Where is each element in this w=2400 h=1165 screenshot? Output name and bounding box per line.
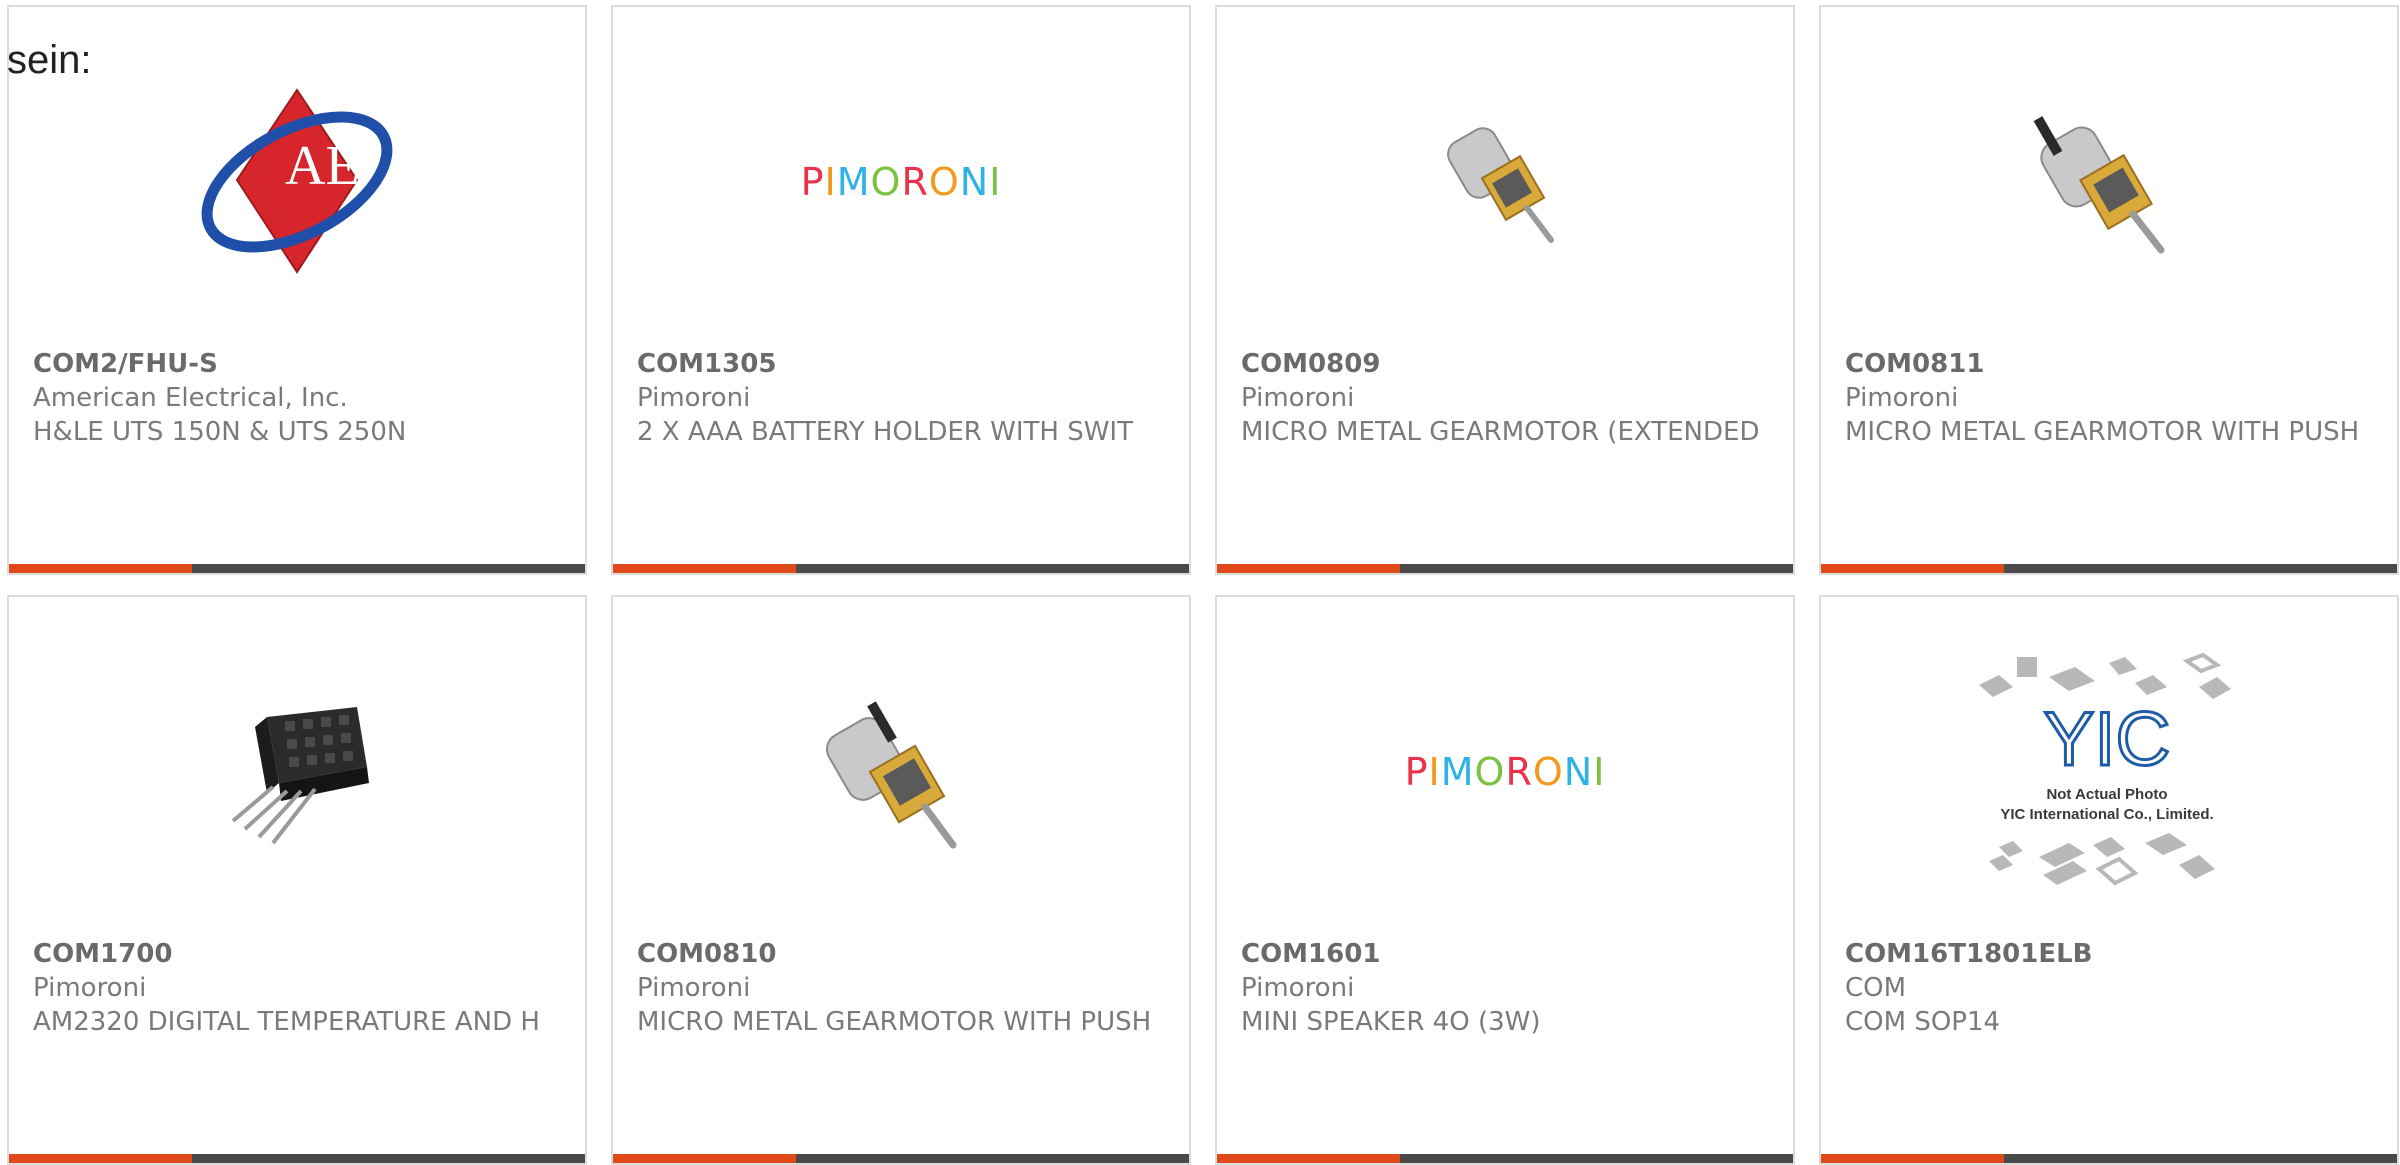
description: MICRO METAL GEARMOTOR WITH PUSH	[1845, 417, 2360, 447]
part-number[interactable]: COM1700	[33, 937, 553, 971]
product-card[interactable]: COM0809 Pimoroni MICRO METAL GEARMOTOR (…	[1215, 5, 1795, 575]
product-card[interactable]: PIMORONI COM1305 Pimoroni 2 X AAA BATTER…	[611, 5, 1191, 575]
gearmotor-icon	[826, 701, 957, 849]
description: MICRO METAL GEARMOTOR (EXTENDED	[1241, 417, 1760, 447]
sensor-icon	[231, 707, 369, 845]
part-number[interactable]: COM1305	[637, 347, 1157, 381]
pimoroni-logo-icon: PIMORONI	[1404, 750, 1606, 794]
american-electrical-logo-icon: AE	[201, 88, 393, 274]
description: H&LE UTS 150N & UTS 250N	[33, 417, 407, 447]
card-bar-accent	[613, 564, 796, 573]
manufacturer: Pimoroni	[637, 383, 751, 413]
part-number[interactable]: COM16T1801ELB	[1845, 937, 2365, 971]
description: AM2320 DIGITAL TEMPERATURE AND H	[33, 1007, 540, 1037]
product-image[interactable]	[1821, 47, 2397, 317]
card-bar	[1217, 1154, 1793, 1163]
yic-logo-text: YIC	[2044, 697, 2171, 782]
product-info: COM1601 Pimoroni MINI SPEAKER 4O (3W)	[1241, 937, 1761, 1039]
card-bar-accent	[1821, 1154, 2004, 1163]
manufacturer: Pimoroni	[1845, 383, 1959, 413]
manufacturer: Pimoroni	[1241, 973, 1355, 1003]
part-number[interactable]: COM2/FHU-S	[33, 347, 553, 381]
manufacturer: Pimoroni	[637, 973, 751, 1003]
card-bar-accent	[9, 1154, 192, 1163]
product-info: COM1700 Pimoroni AM2320 DIGITAL TEMPERAT…	[33, 937, 553, 1039]
product-card[interactable]: COM1700 Pimoroni AM2320 DIGITAL TEMPERAT…	[7, 595, 587, 1165]
gearmotor-icon	[1447, 127, 1554, 243]
lead-text: sein:	[7, 38, 92, 82]
card-bar	[1821, 1154, 2397, 1163]
part-number[interactable]: COM0811	[1845, 347, 2365, 381]
gearmotor-icon	[2033, 116, 2165, 254]
product-image[interactable]: PIMORONI	[1217, 637, 1793, 907]
product-card[interactable]: COM0811 Pimoroni MICRO METAL GEARMOTOR W…	[1819, 5, 2399, 575]
product-image[interactable]: YIC Not Actual Photo YIC International C…	[1821, 637, 2397, 907]
card-bar	[1217, 564, 1793, 573]
description: 2 X AAA BATTERY HOLDER WITH SWIT	[637, 417, 1133, 447]
manufacturer: American Electrical, Inc.	[33, 383, 348, 413]
product-info: COM1305 Pimoroni 2 X AAA BATTERY HOLDER …	[637, 347, 1157, 449]
part-number[interactable]: COM0809	[1241, 347, 1761, 381]
card-bar-accent	[1217, 1154, 1400, 1163]
card-bar-accent	[1821, 564, 2004, 573]
product-image[interactable]	[9, 637, 585, 907]
manufacturer: Pimoroni	[33, 973, 147, 1003]
card-bar	[1821, 564, 2397, 573]
image-caption: Not Actual Photo	[2046, 786, 2167, 803]
product-card[interactable]: PIMORONI COM1601 Pimoroni MINI SPEAKER 4…	[1215, 595, 1795, 1165]
manufacturer: COM	[1845, 973, 1907, 1003]
product-card[interactable]: YIC Not Actual Photo YIC International C…	[1819, 595, 2399, 1165]
product-info: COM0809 Pimoroni MICRO METAL GEARMOTOR (…	[1241, 347, 1761, 449]
pimoroni-logo-icon: PIMORONI	[800, 160, 1002, 204]
card-bar-accent	[9, 564, 192, 573]
card-bar	[613, 1154, 1189, 1163]
product-info: COM16T1801ELB COM COM SOP14	[1845, 937, 2365, 1039]
part-number[interactable]: COM1601	[1241, 937, 1761, 971]
logo-text: AE	[285, 135, 360, 197]
description: MICRO METAL GEARMOTOR WITH PUSH	[637, 1007, 1152, 1037]
product-image[interactable]	[1217, 47, 1793, 317]
yic-placeholder-icon: YIC Not Actual Photo YIC International C…	[1979, 652, 2231, 886]
product-card[interactable]: AE COM2/FHU-S American Electrical, Inc. …	[7, 5, 587, 575]
product-card[interactable]: COM0810 Pimoroni MICRO METAL GEARMOTOR W…	[611, 595, 1191, 1165]
product-info: COM2/FHU-S American Electrical, Inc. H&L…	[33, 347, 553, 449]
card-bar-accent	[613, 1154, 796, 1163]
product-image[interactable]: PIMORONI	[613, 47, 1189, 317]
description: MINI SPEAKER 4O (3W)	[1241, 1007, 1541, 1037]
image-caption: YIC International Co., Limited.	[2000, 806, 2213, 823]
card-bar	[613, 564, 1189, 573]
card-bar	[9, 564, 585, 573]
product-image[interactable]	[613, 637, 1189, 907]
manufacturer: Pimoroni	[1241, 383, 1355, 413]
product-info: COM0810 Pimoroni MICRO METAL GEARMOTOR W…	[637, 937, 1157, 1039]
part-number[interactable]: COM0810	[637, 937, 1157, 971]
description: COM SOP14	[1845, 1007, 2001, 1037]
product-grid: AE COM2/FHU-S American Electrical, Inc. …	[0, 0, 2400, 1165]
product-image[interactable]: AE	[9, 47, 585, 317]
card-bar	[9, 1154, 585, 1163]
product-info: COM0811 Pimoroni MICRO METAL GEARMOTOR W…	[1845, 347, 2365, 449]
card-bar-accent	[1217, 564, 1400, 573]
